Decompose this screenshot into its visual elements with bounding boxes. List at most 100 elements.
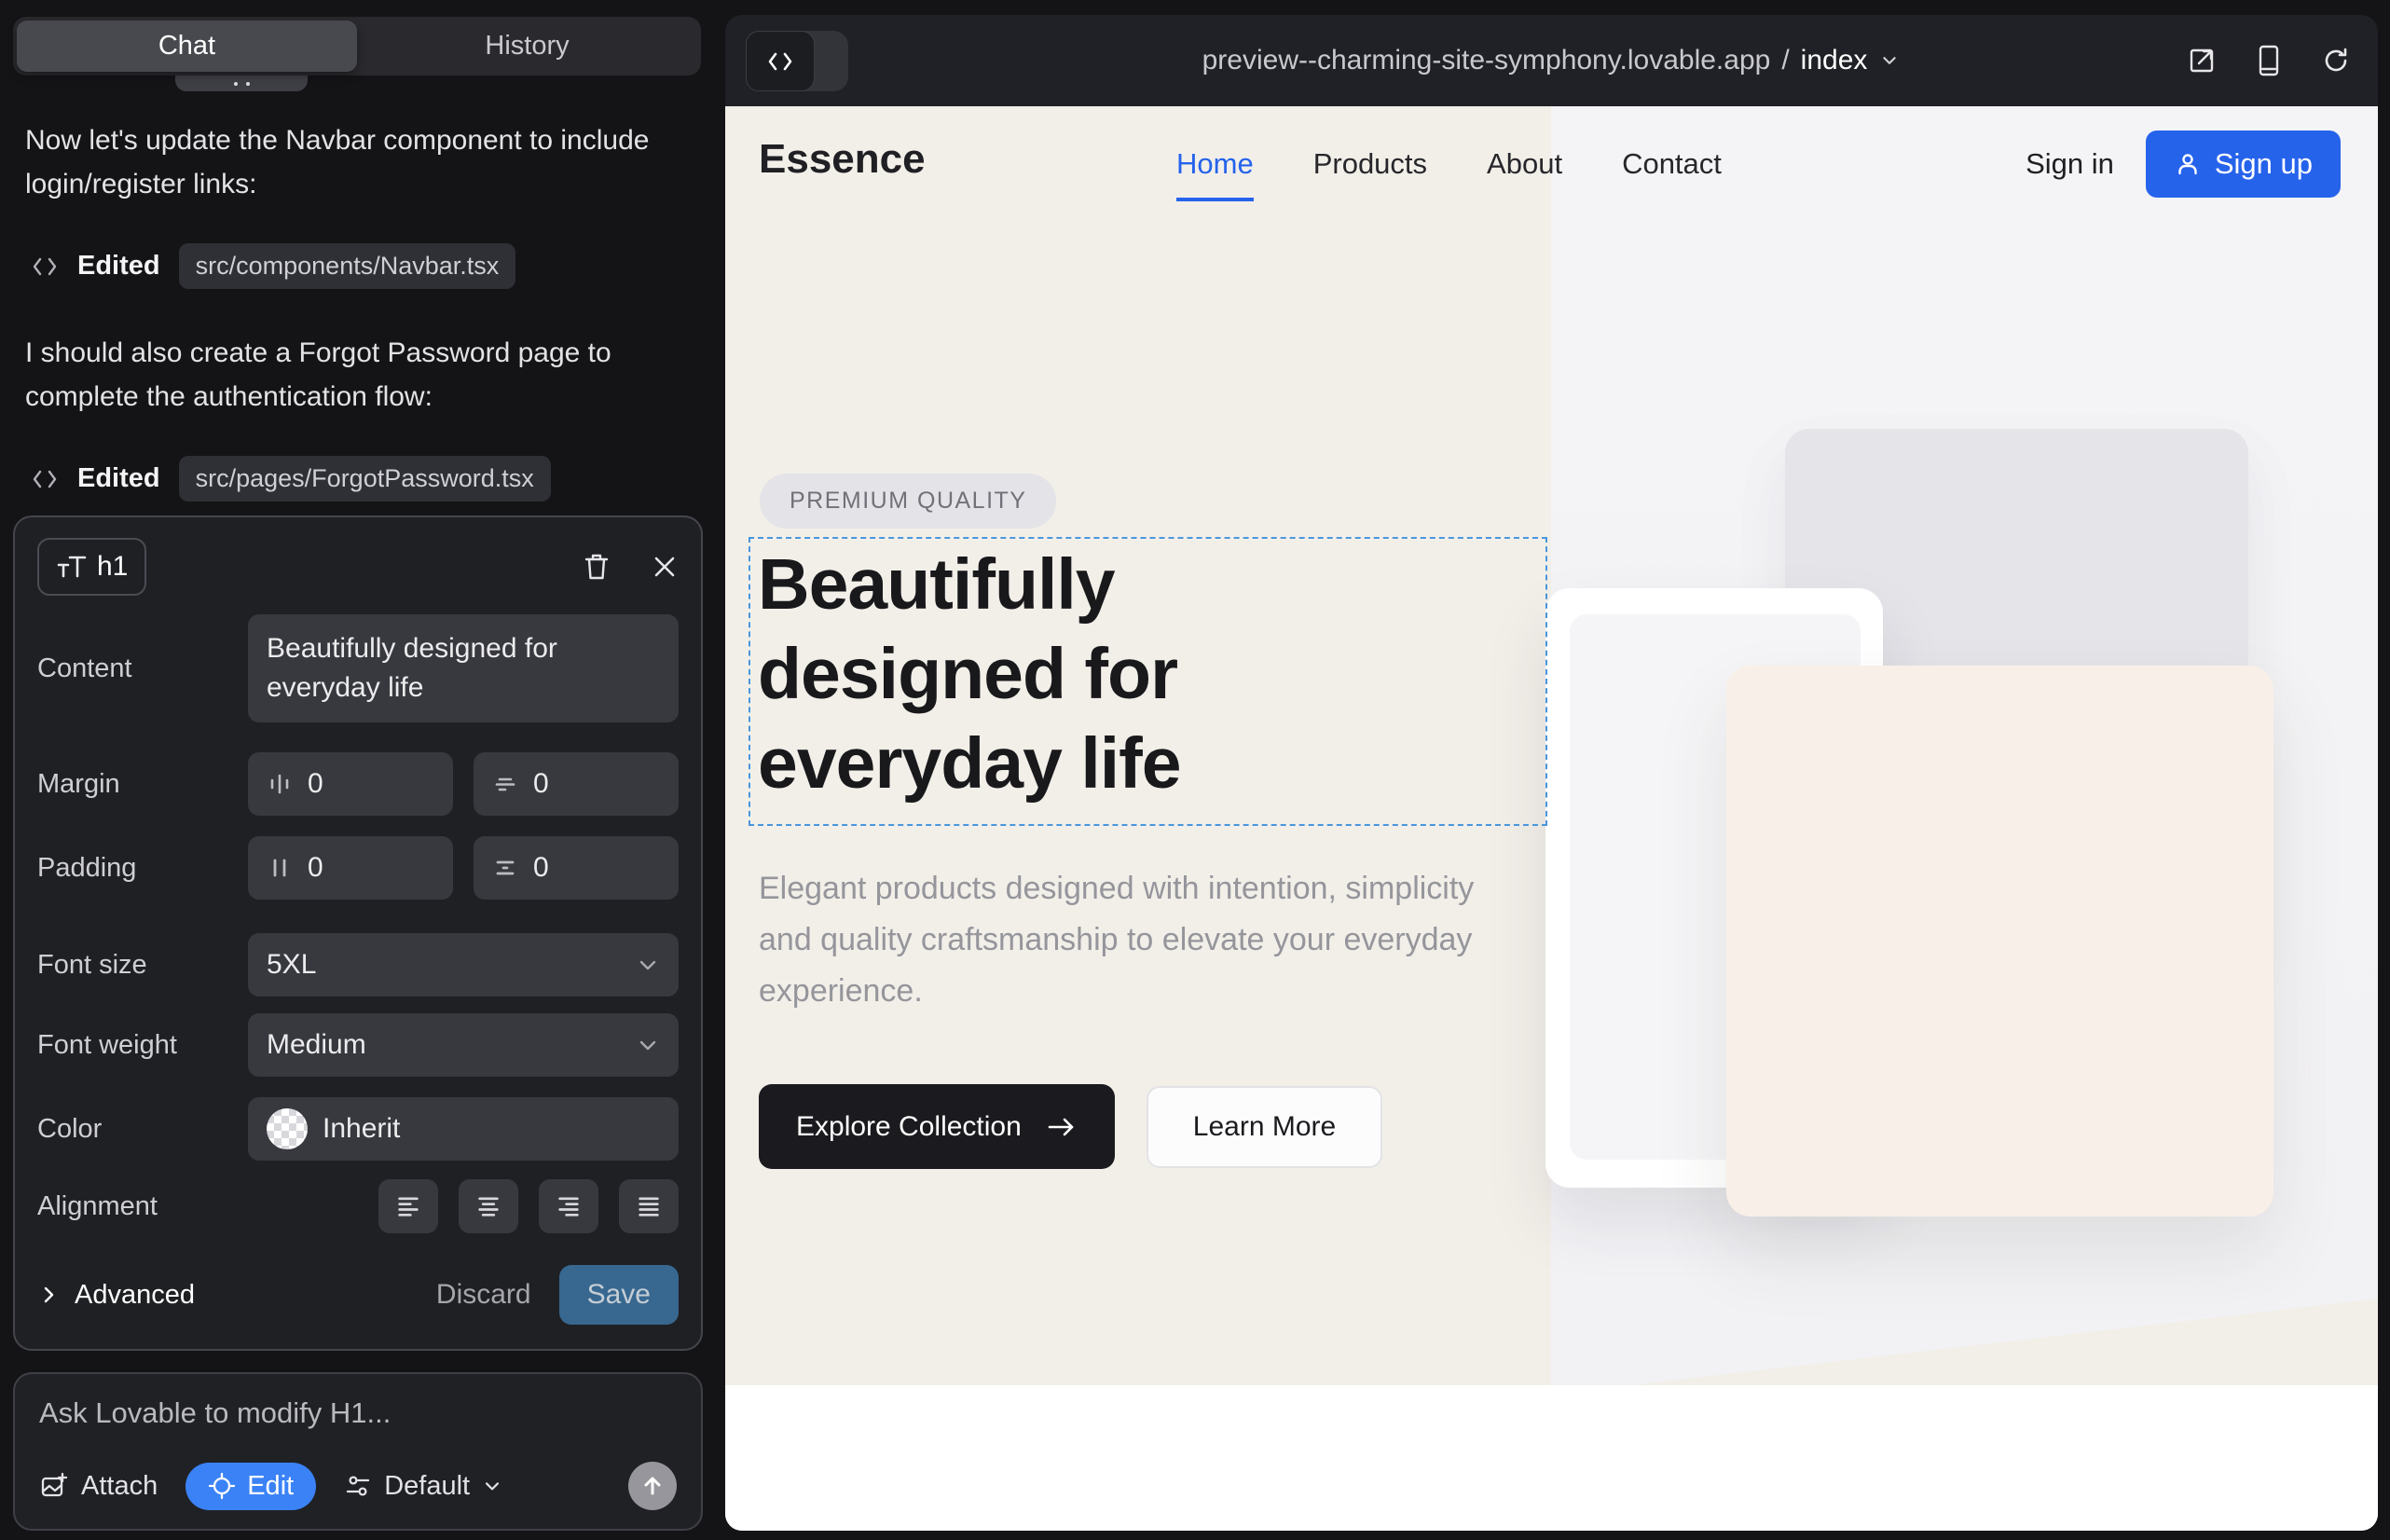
margin-y-value: 0	[533, 768, 549, 800]
margin-x-value: 0	[308, 768, 323, 800]
file-chip[interactable]: src/components/Navbar.tsx	[179, 243, 516, 289]
hero-heading-line: Beautifully	[758, 541, 1181, 630]
tab-history[interactable]: History	[357, 21, 697, 72]
padding-x-input[interactable]: 0	[248, 836, 453, 900]
font-weight-value: Medium	[267, 1029, 366, 1061]
file-edit-row: Edited src/pages/ForgotPassword.tsx	[31, 456, 691, 502]
site-navbar: Essence Home Products About Contact Sign…	[725, 106, 2378, 221]
explore-collection-button[interactable]: Explore Collection	[759, 1084, 1115, 1169]
file-edit-row: Edited src/components/Navbar.tsx	[31, 243, 691, 289]
nav-link-products[interactable]: Products	[1313, 147, 1427, 181]
url-separator: /	[1781, 45, 1789, 76]
user-icon	[2174, 150, 2202, 178]
font-size-select[interactable]: 5XL	[248, 933, 679, 997]
margin-y-input[interactable]: 0	[474, 752, 679, 816]
chat-message-list: Now let's update the Navbar component to…	[25, 119, 691, 544]
chevron-down-icon[interactable]	[1878, 49, 1901, 72]
prompt-composer: Ask Lovable to modify H1... Attach	[13, 1372, 703, 1531]
file-chip[interactable]: src/pages/ForgotPassword.tsx	[179, 456, 551, 502]
attach-label: Attach	[81, 1471, 158, 1502]
mobile-view-icon[interactable]	[2255, 44, 2283, 77]
lovable-sidebar: Chat History Now let's update the Navbar…	[0, 0, 725, 1540]
chevron-down-icon	[636, 953, 660, 977]
save-button[interactable]: Save	[559, 1265, 679, 1325]
premium-quality-badge: PREMIUM QUALITY	[760, 474, 1056, 529]
hero-card-cream	[1726, 666, 2273, 1217]
color-swatch	[267, 1108, 308, 1149]
chat-message: Now let's update the Navbar component to…	[25, 119, 691, 206]
discard-button[interactable]: Discard	[418, 1268, 550, 1322]
edit-label: Edit	[247, 1471, 294, 1502]
sign-up-button[interactable]: Sign up	[2146, 131, 2341, 198]
preview-browser-panel: preview--charming-site-symphony.lovable.…	[725, 15, 2378, 1531]
sliders-icon	[344, 1472, 372, 1500]
hero-description: Elegant products designed with intention…	[759, 863, 1504, 1017]
learn-more-button[interactable]: Learn More	[1147, 1086, 1382, 1168]
nav-link-about[interactable]: About	[1487, 147, 1562, 181]
browser-chrome: preview--charming-site-symphony.lovable.…	[725, 15, 2378, 106]
default-mode-select[interactable]: Default	[344, 1471, 502, 1502]
edit-mode-button[interactable]: Edit	[185, 1463, 316, 1510]
code-icon	[31, 254, 59, 279]
scrolled-pill-partial[interactable]	[175, 76, 308, 91]
prompt-input[interactable]: Ask Lovable to modify H1...	[39, 1396, 677, 1430]
open-external-icon[interactable]	[2186, 45, 2218, 76]
padding-y-input[interactable]: 0	[474, 836, 679, 900]
sign-in-link[interactable]: Sign in	[2026, 147, 2114, 181]
font-weight-label: Font weight	[37, 1030, 248, 1061]
align-right-button[interactable]	[539, 1179, 598, 1233]
chevron-right-icon	[37, 1284, 60, 1306]
advanced-toggle[interactable]: Advanced	[37, 1280, 195, 1311]
margin-horizontal-icon	[267, 771, 293, 797]
padding-horizontal-icon	[267, 855, 293, 881]
hero-heading-line: everyday life	[758, 720, 1181, 809]
element-tag-pill[interactable]: h1	[37, 538, 146, 596]
refresh-icon[interactable]	[2320, 45, 2352, 76]
close-icon[interactable]	[651, 553, 679, 581]
font-weight-select[interactable]: Medium	[248, 1013, 679, 1077]
arrow-up-icon	[640, 1474, 665, 1498]
url-domain: preview--charming-site-symphony.lovable.…	[1202, 45, 1771, 76]
nav-link-home[interactable]: Home	[1176, 147, 1254, 181]
url-bar[interactable]: preview--charming-site-symphony.lovable.…	[725, 15, 2378, 106]
advanced-label: Advanced	[75, 1280, 195, 1311]
nav-link-contact[interactable]: Contact	[1622, 147, 1722, 181]
chat-message: I should also create a Forgot Password p…	[25, 332, 691, 419]
attach-button[interactable]: Attach	[39, 1471, 158, 1502]
padding-label: Padding	[37, 853, 248, 884]
margin-label: Margin	[37, 769, 248, 800]
tab-chat[interactable]: Chat	[17, 21, 357, 72]
type-icon	[56, 553, 88, 581]
padding-x-value: 0	[308, 852, 323, 884]
h1-selection-outline[interactable]: Beautifully designed for everyday life	[749, 537, 1547, 826]
sign-up-label: Sign up	[2215, 147, 2313, 181]
hero-heading[interactable]: Beautifully designed for everyday life	[758, 541, 1181, 809]
content-input[interactable]: Beautifully designed for everyday life	[248, 614, 679, 722]
default-label: Default	[384, 1471, 470, 1502]
font-size-value: 5XL	[267, 949, 316, 981]
color-select[interactable]: Inherit	[248, 1097, 679, 1161]
site-viewport: Essence Home Products About Contact Sign…	[725, 106, 2378, 1531]
attach-image-icon	[39, 1471, 69, 1501]
target-icon	[208, 1472, 236, 1500]
font-size-label: Font size	[37, 950, 248, 981]
arrow-right-icon	[1046, 1114, 1078, 1140]
align-center-button[interactable]	[459, 1179, 518, 1233]
element-editor-panel: h1 Content Beautifully designed for ever…	[13, 516, 703, 1351]
margin-x-input[interactable]: 0	[248, 752, 453, 816]
content-label: Content	[37, 653, 248, 684]
margin-vertical-icon	[492, 771, 518, 797]
explore-collection-label: Explore Collection	[796, 1111, 1022, 1143]
color-label: Color	[37, 1114, 248, 1145]
edited-label: Edited	[77, 251, 160, 282]
send-button[interactable]	[628, 1462, 677, 1510]
chat-history-tabbar: Chat History	[13, 17, 701, 76]
padding-vertical-icon	[492, 855, 518, 881]
align-justify-button[interactable]	[619, 1179, 679, 1233]
site-logo[interactable]: Essence	[759, 136, 926, 183]
code-icon	[31, 467, 59, 491]
trash-icon[interactable]	[582, 551, 611, 583]
align-left-button[interactable]	[378, 1179, 438, 1233]
edited-label: Edited	[77, 463, 160, 494]
section-below-hero	[725, 1385, 2378, 1531]
